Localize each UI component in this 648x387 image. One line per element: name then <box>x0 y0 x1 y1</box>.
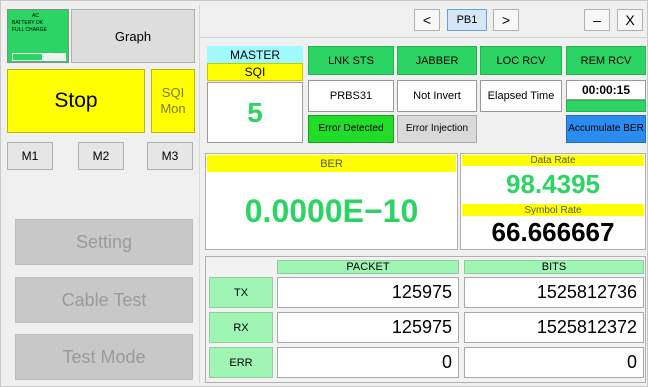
loc-rcv-indicator: LOC RCV <box>480 46 562 75</box>
setting-button[interactable]: Setting <box>15 219 193 265</box>
minimize-button[interactable]: – <box>584 9 610 31</box>
err-bits-value: 0 <box>464 347 644 378</box>
invert-value: Not Invert <box>397 80 477 112</box>
close-button[interactable]: X <box>617 9 643 31</box>
stop-button[interactable]: Stop <box>7 69 145 133</box>
master-label: MASTER <box>207 46 303 63</box>
power-source-label: AC <box>32 13 39 19</box>
data-rate-value: 98.4395 <box>506 168 600 199</box>
next-port-button[interactable]: > <box>493 9 519 31</box>
bits-header: BITS <box>464 260 644 274</box>
battery-level-fill <box>13 54 42 60</box>
battery-dots: ---- <box>52 50 62 57</box>
symbol-rate-value: 66.666667 <box>491 217 615 247</box>
tx-row-label: TX <box>209 277 273 308</box>
m1-button[interactable]: M1 <box>7 142 53 170</box>
charge-status-label: FULL CHARGE <box>12 27 47 33</box>
err-row-label: ERR <box>209 347 273 378</box>
rem-rcv-indicator: REM RCV <box>566 46 646 75</box>
ber-value: 0.0000E−10 <box>244 192 419 229</box>
sqi-mon-line1: SQI <box>161 85 185 100</box>
error-detected-indicator[interactable]: Error Detected <box>308 115 394 143</box>
m3-button[interactable]: M3 <box>147 142 193 170</box>
port-selector[interactable]: PB1 <box>447 9 487 31</box>
test-mode-button[interactable]: Test Mode <box>15 334 193 380</box>
prev-port-button[interactable]: < <box>414 9 440 31</box>
rx-packet-value: 125975 <box>277 312 459 343</box>
data-rate-label: Data Rate <box>462 155 644 166</box>
sqi-mon-button[interactable]: SQI Mon <box>151 69 195 133</box>
cable-test-button[interactable]: Cable Test <box>15 277 193 323</box>
panel-divider <box>199 5 200 383</box>
elapsed-time-label: Elapsed Time <box>480 80 562 112</box>
elapsed-progress-bar <box>566 100 646 112</box>
battery-level-bar: ---- <box>12 50 66 61</box>
ber-label: BER <box>207 155 456 172</box>
elapsed-time-value: 00:00:15 <box>566 80 646 100</box>
err-packet-value: 0 <box>277 347 459 378</box>
pattern-value: PRBS31 <box>308 80 394 112</box>
sqi-mon-line2: Mon <box>160 101 186 116</box>
app-window: AC BATTERY OK FULL CHARGE ---- Graph Sto… <box>0 0 648 387</box>
graph-button[interactable]: Graph <box>71 9 195 63</box>
rx-row-label: RX <box>209 312 273 343</box>
rx-bits-value: 1525812372 <box>464 312 644 343</box>
jabber-indicator: JABBER <box>397 46 477 75</box>
toolbar-divider <box>199 37 648 38</box>
tx-bits-value: 1525812736 <box>464 277 644 308</box>
symbol-rate-label: Symbol Rate <box>462 204 644 216</box>
accumulate-ber-button[interactable]: Accumulate BER <box>566 115 646 143</box>
error-injection-button[interactable]: Error Injection <box>397 115 477 143</box>
sqi-label: SQI <box>207 63 303 81</box>
packet-header: PACKET <box>277 260 459 274</box>
power-status-indicator: AC BATTERY OK FULL CHARGE ---- <box>7 9 69 63</box>
tx-packet-value: 125975 <box>277 277 459 308</box>
sqi-value: 5 <box>207 82 303 143</box>
lnk-sts-indicator: LNK STS <box>308 46 394 75</box>
battery-status-label: BATTERY OK <box>12 20 44 26</box>
m2-button[interactable]: M2 <box>78 142 124 170</box>
